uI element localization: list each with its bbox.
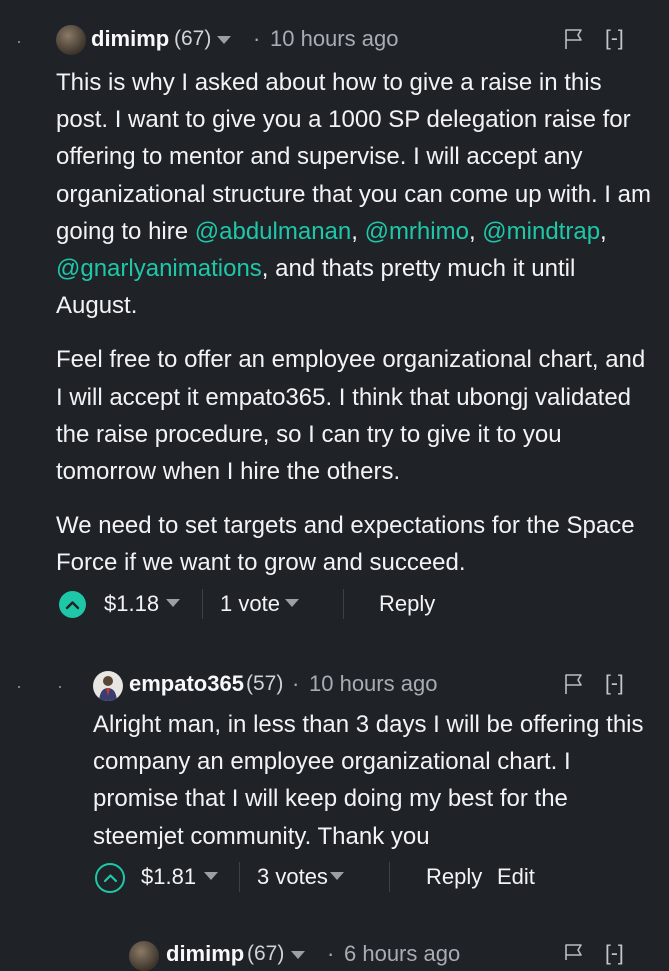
thread-dot: · [16, 676, 22, 696]
reply-button[interactable]: Reply [379, 591, 435, 617]
chevron-down-icon[interactable] [217, 36, 231, 44]
author-reputation: (67) [174, 27, 212, 50]
flag-icon[interactable] [564, 28, 584, 50]
comment-paragraph: Alright man, in less than 3 days I will … [93, 711, 644, 850]
comment-author[interactable]: dimimp [166, 941, 244, 967]
collapse-toggle[interactable]: [-] [605, 27, 624, 51]
thread-dot: · [16, 31, 22, 51]
flag-icon[interactable] [564, 943, 584, 960]
vote-count[interactable]: 1 vote [220, 591, 280, 617]
divider [239, 862, 240, 892]
comment-body: This is why I asked about how to give a … [56, 64, 656, 582]
author-reputation: (67) [247, 942, 285, 965]
comment-timestamp[interactable]: 10 hours ago [309, 671, 437, 697]
collapse-toggle[interactable]: [-] [605, 672, 624, 696]
meta-separator: · [327, 941, 335, 966]
meta-separator: · [253, 26, 261, 51]
comment-timestamp[interactable]: 6 hours ago [344, 941, 460, 967]
comment-timestamp[interactable]: 10 hours ago [270, 26, 398, 52]
upvote-button[interactable] [95, 863, 125, 893]
payout-value[interactable]: $1.81 [141, 864, 196, 890]
collapse-toggle[interactable]: [-] [605, 942, 624, 966]
user-mention[interactable]: @gnarlyanimations [56, 255, 262, 282]
avatar[interactable] [93, 671, 123, 701]
reply-button[interactable]: Reply [426, 864, 482, 890]
avatar-figure [99, 676, 117, 701]
divider [389, 862, 390, 892]
avatar[interactable] [56, 25, 86, 55]
upvote-icon [103, 874, 117, 883]
chevron-down-icon[interactable] [204, 872, 218, 880]
upvote-button[interactable] [59, 591, 86, 618]
avatar[interactable] [129, 941, 159, 971]
author-reputation: (57) [246, 672, 284, 695]
user-mention[interactable]: @mrhimo [365, 218, 469, 245]
payout-value[interactable]: $1.18 [104, 591, 159, 617]
user-mention[interactable]: @mindtrap [482, 218, 600, 245]
flag-icon[interactable] [564, 673, 584, 695]
edit-button[interactable]: Edit [497, 864, 535, 890]
upvote-icon [65, 600, 80, 609]
comment-author[interactable]: dimimp [91, 26, 169, 52]
chevron-down-icon[interactable] [285, 599, 299, 607]
chevron-down-icon[interactable] [166, 599, 180, 607]
vote-count[interactable]: 3 votes [257, 864, 328, 890]
comment-paragraph: We need to set targets and expectations … [56, 512, 635, 577]
comment-paragraph: This is why I asked about how to give a … [56, 69, 651, 320]
comment-author[interactable]: empato365 [129, 671, 244, 697]
thread-dot: · [57, 676, 63, 696]
comment-paragraph: Feel free to offer an employee organizat… [56, 346, 646, 486]
chevron-down-icon[interactable] [291, 951, 305, 959]
meta-separator: · [292, 671, 300, 696]
divider [343, 589, 344, 619]
divider [202, 589, 203, 619]
user-mention[interactable]: @abdulmanan [195, 218, 351, 245]
comment-body: Alright man, in less than 3 days I will … [93, 706, 658, 855]
chevron-down-icon[interactable] [330, 872, 344, 880]
